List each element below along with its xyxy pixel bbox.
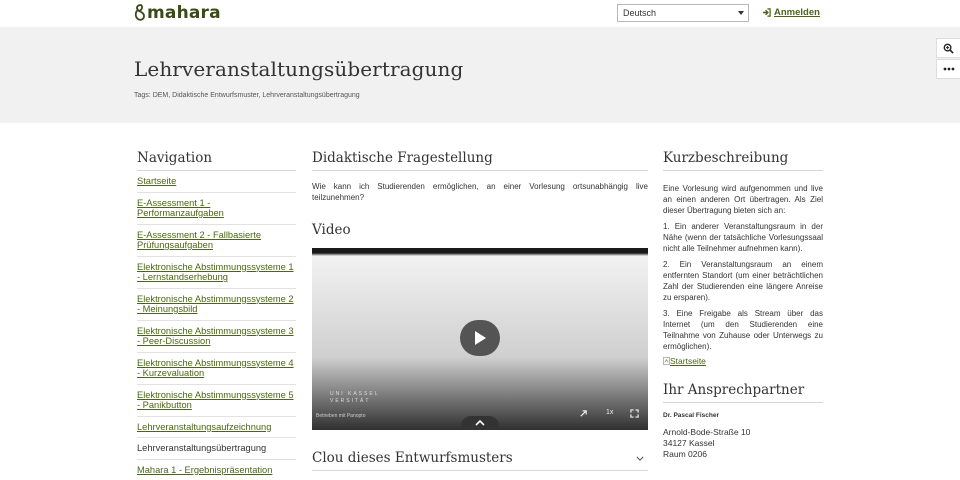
more-icon (943, 67, 954, 71)
playback-speed-button[interactable]: 1x (606, 409, 613, 416)
summary-heading: Kurzbeschreibung (663, 150, 823, 171)
more-button[interactable] (936, 59, 960, 79)
nav-item-current: Lehrveranstaltungsübertragung (137, 438, 296, 460)
language-select[interactable]: Deutsch (617, 4, 749, 22)
nav-item[interactable]: Elektronische Abstimmungssysteme 2 - Mei… (137, 289, 296, 321)
video-watermark: UNI KASSEL VERSITÄT (330, 391, 379, 405)
language-select-value: Deutsch (623, 8, 657, 18)
question-text: Wie kann ich Studierenden ermöglichen, a… (312, 182, 648, 202)
page-title: Lehrveranstaltungsübertragung (134, 57, 464, 81)
navigation-list: Startseite E-Assessment 1 - Performanzau… (137, 171, 296, 480)
play-button[interactable] (460, 320, 500, 356)
popout-icon (580, 410, 587, 417)
site-header: mahara Deutsch Anmelden (0, 0, 960, 27)
tags-list: DEM, Didaktische Entwurfsmuster, Lehrver… (152, 92, 360, 99)
nav-link[interactable]: E-Assessment 1 - Performanzaufgaben (137, 198, 224, 219)
nav-item[interactable]: Elektronische Abstimmungssysteme 5 - Pan… (137, 385, 296, 417)
nav-link[interactable]: Elektronische Abstimmungssysteme 3 - Pee… (137, 326, 294, 347)
mahara-logo-icon (134, 4, 145, 21)
nav-item[interactable]: Startseite (137, 171, 296, 193)
expand-controls-button[interactable] (461, 416, 499, 430)
fullscreen-icon (630, 409, 639, 418)
popout-button[interactable] (579, 409, 588, 418)
tags-line: Tags: DEM, Didaktische Entwurfsmuster, L… (134, 92, 360, 99)
contact-heading: Ihr Ansprechpartner (663, 382, 823, 403)
nav-item[interactable]: E-Assessment 2 - Fallbasierte Prüfungsau… (137, 225, 296, 257)
zoom-button[interactable] (936, 38, 960, 58)
sign-in-icon (762, 8, 771, 17)
mahara-logo[interactable]: mahara (134, 3, 221, 23)
nav-link[interactable]: Elektronische Abstimmungssysteme 4 - Kur… (137, 358, 294, 379)
nav-link[interactable]: Elektronische Abstimmungssysteme 2 - Mei… (137, 294, 294, 315)
contact-room: Raum 0206 (663, 449, 707, 459)
question-heading: Didaktische Fragestellung (312, 150, 648, 171)
contact-street: Arnold-Bode-Straße 10 (663, 427, 751, 437)
image-link-startseite[interactable]: Startseite (663, 356, 823, 366)
contact-name: Dr. Pascal Fischer (663, 412, 720, 419)
page-banner: Lehrveranstaltungsübertragung Tags: DEM,… (0, 27, 960, 123)
login-link[interactable]: Anmelden (762, 7, 820, 18)
chevron-down-icon (636, 456, 644, 461)
tags-label: Tags: (134, 92, 151, 99)
zoom-icon (943, 43, 954, 54)
summary-point: 2. Ein Veranstaltungsraum an einem entfe… (663, 260, 823, 302)
powered-by-label: Betrieben mit Panopto (316, 413, 366, 419)
play-icon (475, 331, 486, 345)
nav-item[interactable]: Elektronische Abstimmungssysteme 3 - Pee… (137, 321, 296, 353)
chevron-down-icon (738, 11, 744, 15)
navigation-heading: Navigation (137, 150, 296, 171)
nav-link[interactable]: Startseite (137, 176, 176, 186)
nav-item[interactable]: Elektronische Abstimmungssysteme 1 - Ler… (137, 257, 296, 289)
nav-item[interactable]: Mahara 1 - Ergebnispräsentation (137, 460, 296, 480)
navigation-panel: Navigation Startseite E-Assessment 1 - P… (137, 150, 296, 480)
nav-item[interactable]: E-Assessment 1 - Performanzaufgaben (137, 193, 296, 225)
broken-image-icon (663, 357, 670, 365)
video-heading: Video (312, 222, 351, 238)
nav-current-label: Lehrveranstaltungsübertragung (137, 443, 267, 453)
contact-city: 34127 Kassel (663, 438, 715, 448)
playback-speed-label: 1x (606, 409, 614, 416)
main-content: Didaktische Fragestellung Wie kann ich S… (312, 150, 648, 471)
accordion-title: Clou dieses Entwurfsmusters (312, 450, 513, 466)
summary-point: 1. Ein anderer Veranstaltungsraum in der… (663, 222, 823, 253)
summary-point: 3. Eine Freigabe als Stream über das Int… (663, 309, 823, 351)
nav-link[interactable]: E-Assessment 2 - Fallbasierte Prüfungsau… (137, 230, 261, 251)
nav-item[interactable]: Lehrveranstaltungsaufzeichnung (137, 417, 296, 438)
watermark-line-1: UNI KASSEL (330, 391, 380, 397)
accordion-header[interactable]: Clou dieses Entwurfsmusters (312, 450, 648, 471)
summary-panel: Kurzbeschreibung Eine Vorlesung wird auf… (663, 150, 823, 460)
chevron-up-icon (475, 420, 485, 426)
side-tools (936, 38, 960, 80)
fullscreen-button[interactable] (630, 409, 639, 418)
video-player[interactable]: UNI KASSEL VERSITÄT Betrieben mit Panopt… (312, 248, 648, 430)
image-link-label: Startseite (670, 356, 706, 366)
nav-link[interactable]: Elektronische Abstimmungssysteme 1 - Ler… (137, 262, 294, 283)
login-label: Anmelden (774, 7, 820, 18)
nav-link[interactable]: Mahara 1 - Ergebnispräsentation (137, 465, 272, 475)
logo-text: mahara (147, 3, 221, 23)
nav-link[interactable]: Lehrveranstaltungsaufzeichnung (137, 422, 271, 432)
nav-item[interactable]: Elektronische Abstimmungssysteme 4 - Kur… (137, 353, 296, 385)
summary-intro: Eine Vorlesung wird aufgenommen und live… (663, 184, 823, 215)
nav-link[interactable]: Elektronische Abstimmungssysteme 5 - Pan… (137, 390, 294, 411)
watermark-line-2: VERSITÄT (330, 398, 371, 404)
